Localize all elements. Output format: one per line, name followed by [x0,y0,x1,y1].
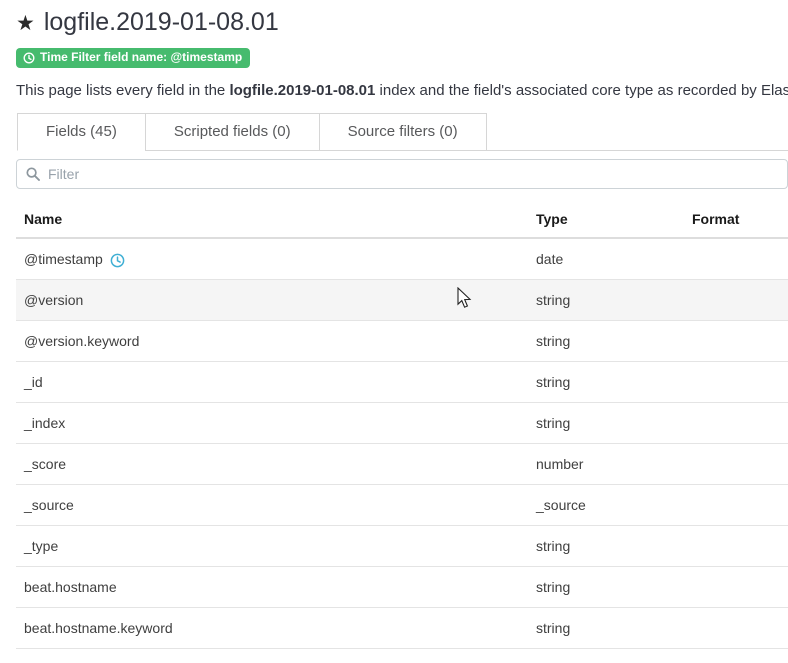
description-suffix: index and the field's associated core ty… [375,82,788,99]
table-header-row: Name Type Format [16,201,788,238]
field-name: @version [24,293,83,308]
field-name: _score [24,457,66,472]
field-filter [16,159,788,189]
field-type-cell: string [528,361,684,402]
field-format-cell [684,320,788,361]
field-name-cell: _score [16,443,528,484]
table-row[interactable]: _type string [16,525,788,566]
field-name: @version.keyword [24,334,139,349]
field-name-cell: @version [16,279,528,320]
clock-icon [110,252,125,267]
field-format-cell [684,279,788,320]
page-header: ★ logfile.2019-01-08.01 [16,8,788,37]
time-filter-badge-label: Time Filter field name: @timestamp [40,51,242,64]
field-type-cell: string [528,525,684,566]
clock-icon [23,52,35,64]
field-type-cell: string [528,566,684,607]
field-name: _type [24,539,58,554]
field-type-cell: string [528,607,684,648]
field-name-cell: _index [16,402,528,443]
field-format-cell [684,238,788,280]
column-header-format: Format [684,201,788,238]
tab-bar: Fields (45) Scripted fields (0) Source f… [16,113,788,151]
field-format-cell [684,361,788,402]
field-type-cell: number [528,443,684,484]
field-format-cell [684,525,788,566]
field-table-body: @timestamp date @version [16,238,788,649]
field-type-cell: date [528,238,684,280]
column-header-type: Type [528,201,684,238]
table-row[interactable]: _index string [16,402,788,443]
table-row[interactable]: _score number [16,443,788,484]
table-row[interactable]: @version string [16,279,788,320]
field-name-cell: @version.keyword [16,320,528,361]
field-format-cell [684,402,788,443]
field-name-cell: _id [16,361,528,402]
table-row[interactable]: beat.hostname.keyword string [16,607,788,648]
field-type-cell: string [528,320,684,361]
field-format-cell [684,566,788,607]
field-name-cell: @timestamp [16,238,528,280]
field-name: _index [24,416,65,431]
description-index-name: logfile.2019-01-08.01 [229,82,375,99]
tab-scripted-fields[interactable]: Scripted fields (0) [145,113,320,151]
field-format-cell [684,443,788,484]
table-row[interactable]: beat.hostname string [16,566,788,607]
page-description: This page lists every field in the logfi… [16,82,788,99]
fields-table: Name Type Format @timestamp date [16,201,788,649]
search-icon [26,167,40,181]
field-name: beat.hostname [24,580,117,595]
field-name: _id [24,375,43,390]
time-filter-badge: Time Filter field name: @timestamp [16,48,250,68]
field-format-cell [684,484,788,525]
table-row[interactable]: @timestamp date [16,238,788,280]
index-pattern-page: ★ logfile.2019-01-08.01 Time Filter fiel… [0,0,788,663]
field-name-cell: beat.hostname.keyword [16,607,528,648]
page-title: logfile.2019-01-08.01 [44,8,279,37]
field-name: _source [24,498,74,513]
field-type-cell: string [528,279,684,320]
field-type-cell: string [528,402,684,443]
field-name-cell: _source [16,484,528,525]
field-name-cell: _type [16,525,528,566]
tab-fields[interactable]: Fields (45) [17,113,146,151]
table-row[interactable]: @version.keyword string [16,320,788,361]
field-type-cell: _source [528,484,684,525]
star-icon[interactable]: ★ [16,13,35,34]
field-name: @timestamp [24,252,103,267]
field-format-cell [684,607,788,648]
table-row[interactable]: _source _source [16,484,788,525]
column-header-name: Name [16,201,528,238]
filter-input[interactable] [16,159,788,189]
table-row[interactable]: _id string [16,361,788,402]
field-name: beat.hostname.keyword [24,621,173,636]
field-name-cell: beat.hostname [16,566,528,607]
tab-bar-filler [487,113,788,151]
description-prefix: This page lists every field in the [16,82,229,99]
tab-source-filters[interactable]: Source filters (0) [319,113,487,151]
